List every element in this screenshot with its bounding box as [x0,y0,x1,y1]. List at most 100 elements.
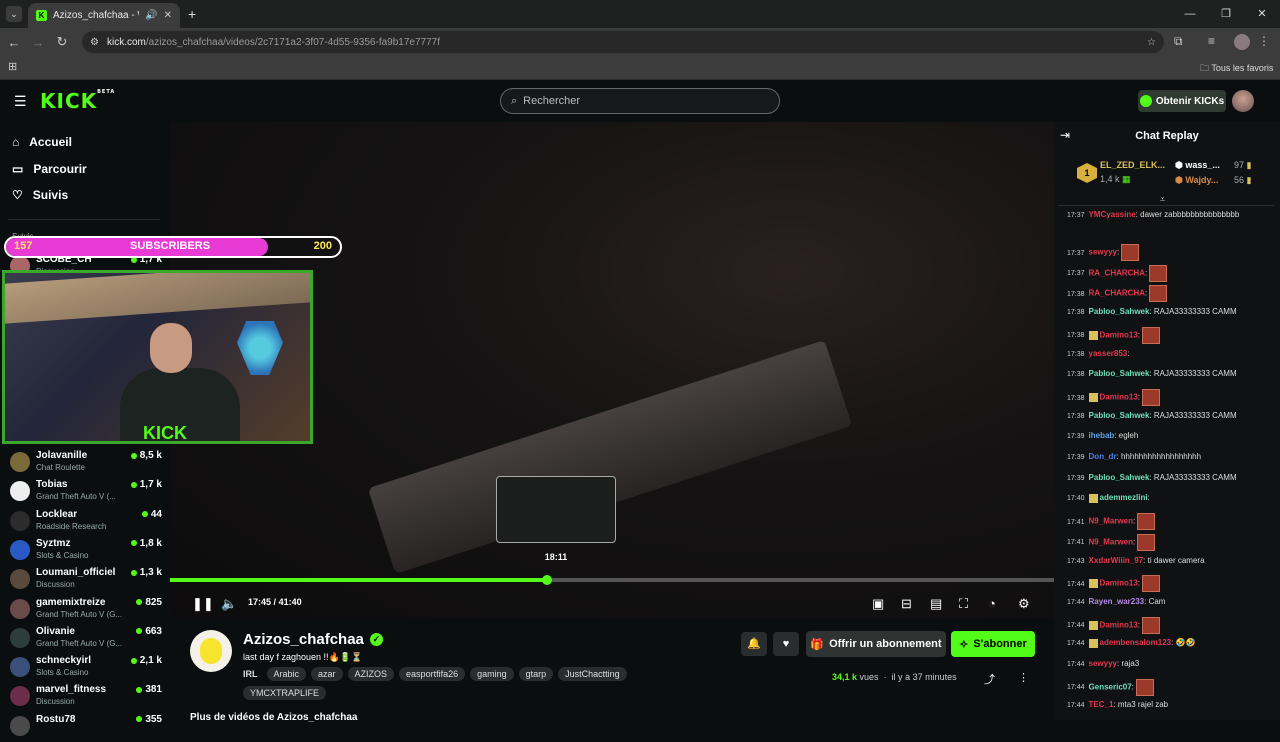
get-kicks-button[interactable]: Obtenir KICKs [1138,90,1226,112]
media-control-icon[interactable]: ≡ [1208,34,1215,48]
tag-chip[interactable]: YMCXTRAPLIFE [243,686,327,700]
tag-chip[interactable]: azar [311,667,343,681]
new-tab-icon[interactable]: + [188,6,196,22]
bookmark-star-icon[interactable]: ☆ [1147,37,1156,48]
tag-chip[interactable]: easportfifa26 [399,667,466,681]
chat-username[interactable]: adembensalom123 [1100,638,1172,647]
chat-message: 17:39 Pabloo_Sahwek: RAJA33333333 CAMM [1067,472,1273,485]
more-options-icon[interactable]: ⋮ [1018,671,1029,684]
chat-username[interactable]: ihebab [1089,431,1115,440]
sidebar-item-accueil[interactable]: ⌂ Accueil [12,135,72,149]
chat-username[interactable]: Pabloo_Sahwek [1089,369,1150,378]
chat-username[interactable]: XxdarWiiin_97 [1089,556,1144,565]
leader2[interactable]: ⬢ wass_... [1175,160,1220,171]
all-bookmarks-link[interactable]: 🗀 Tous les favoris [1200,61,1273,77]
subscriber-goal-bar: 157 SUBSCRIBERS 200 [4,236,342,258]
tag-chip[interactable]: AZIZOS [347,667,395,681]
reload-icon[interactable]: ↻ [50,34,74,50]
speed-icon[interactable]: ◔ [988,596,996,611]
notification-bell-icon[interactable]: 🔔 [741,632,767,656]
sidebar-channel[interactable]: Loumani_officiel Discussion 1,3 k [10,567,162,595]
expand-leaderboard-icon[interactable]: ⩡ [1160,194,1165,205]
miniplayer-icon[interactable]: ▣ [872,596,884,612]
tag-chip[interactable]: JustChactting [558,667,627,681]
tag-chip[interactable]: Arabic [266,667,307,681]
tag-chip[interactable]: gtarp [518,667,554,681]
leader3[interactable]: ⬢ Wajdy... [1175,175,1218,186]
chat-username[interactable]: RA_CHARCHA [1089,268,1145,277]
tag-chip[interactable]: gaming [470,667,514,681]
site-info-icon[interactable]: ⚙ [90,37,99,48]
chat-username[interactable]: Pabloo_Sahwek [1089,307,1150,316]
pip-icon[interactable]: ▤ [930,596,942,612]
chat-username[interactable]: Pabloo_Sahwek [1089,473,1150,482]
collapse-chat-icon[interactable]: ⇥ [1060,128,1070,142]
progress-bar[interactable] [170,578,1054,582]
chat-username[interactable]: ademmezlini [1100,493,1148,502]
sidebar-channel[interactable]: schneckyirl Slots & Casino 2,1 k [10,655,162,683]
sidebar-channel[interactable]: Syztmz Slots & Casino 1,8 k [10,538,162,566]
kick-logo[interactable]: KICKBETA [40,89,115,113]
sidebar-channel[interactable]: Olivanie Grand Theft Auto V (G... 663 [10,626,162,654]
search-input[interactable]: ⌕ Rechercher [500,88,780,114]
follow-button[interactable]: ✧ S'abonner [951,631,1035,657]
chat-username[interactable]: YMCyassine [1089,210,1136,219]
chat-username[interactable]: N9_Marwen [1089,537,1133,546]
chat-username[interactable]: yasser853 [1089,349,1128,358]
streamer-name[interactable]: Azizos_chafchaa [243,631,364,648]
gift-subscription-button[interactable]: 🎁 Offrir un abonnement [806,631,946,657]
chat-username[interactable]: Genseric07 [1089,682,1132,691]
chat-username[interactable]: Damino13 [1100,620,1138,629]
chat-username[interactable]: sewyyy [1089,659,1117,668]
live-dot-icon [130,569,137,576]
tab-search-icon[interactable]: ⌄ [6,6,22,22]
streamer-avatar[interactable] [190,630,232,672]
chat-username[interactable]: Damino13 [1100,579,1138,588]
favorite-heart-icon[interactable]: ♥ [773,632,799,656]
sidebar-item-suivis[interactable]: ♡ Suivis [12,188,68,202]
minimize-icon[interactable]: — [1172,0,1208,28]
restore-icon[interactable]: ❐ [1208,0,1244,28]
apps-grid-icon[interactable]: ⊞ [8,60,17,73]
sidebar-channel[interactable]: Locklear Roadside Research 44 [10,509,162,537]
tab-audio-icon[interactable]: 🔊 [145,10,157,21]
chat-username[interactable]: Don_dr [1089,452,1117,461]
tab-close-icon[interactable]: ✕ [164,10,172,21]
chat-username[interactable]: Pabloo_Sahwek [1089,411,1150,420]
back-icon[interactable]: ← [2,35,26,50]
hamburger-menu-icon[interactable]: ☰ [14,93,27,110]
close-window-icon[interactable]: ✕ [1244,0,1280,28]
sidebar-channel[interactable]: Tobias Grand Theft Auto V (... 1,7 k [10,479,162,507]
browser-menu-icon[interactable]: ⋮ [1258,34,1270,48]
progress-knob[interactable] [541,575,552,585]
chat-message: 17:38 Pabloo_Sahwek: RAJA33333333 CAMM [1067,306,1273,319]
settings-icon[interactable]: ⚙ [1018,596,1030,612]
views-label: vues [859,672,879,682]
chat-username[interactable]: RA_CHARCHA [1089,289,1145,298]
chat-username[interactable]: Damino13 [1100,393,1138,402]
browser-tab-active[interactable]: K Azizos_chafchaa - Watch th 🔊 ✕ [28,3,180,28]
chat-username[interactable]: sewyyy [1089,248,1117,257]
chat-username[interactable]: N9_Marwen [1089,517,1133,526]
chat-username[interactable]: TEC_1 [1089,700,1114,709]
chat-username[interactable]: Damino13 [1100,330,1138,339]
chat-message: 17:43 XxdarWiiin_97: ti dawer camera [1067,555,1273,568]
sidebar-channel[interactable]: gamemixtreize Grand Theft Auto V (G... 8… [10,597,162,625]
leader1-name[interactable]: EL_ZED_ELK... [1100,160,1165,170]
sidebar-channel[interactable]: Rostu78 355 [10,714,162,742]
volume-icon[interactable]: 🔈 [221,596,237,612]
chat-username[interactable]: Rayen_war233 [1089,597,1145,606]
sidebar-item-parcourir[interactable]: ▭ Parcourir [12,162,87,176]
user-avatar[interactable] [1232,90,1254,112]
address-bar[interactable]: ⚙ kick.com/azizos_chafchaa/videos/2c7171… [82,31,1164,53]
forward-icon[interactable]: → [26,35,50,50]
profile-icon[interactable] [1234,34,1250,50]
share-icon[interactable]: ⤴ [984,671,995,687]
sidebar-channel[interactable]: Jolavanille Chat Roulette 8,5 k [10,450,162,478]
extensions-icon[interactable]: ⧉ [1174,34,1183,49]
pause-icon[interactable]: ❚❚ [192,596,214,612]
fullscreen-icon[interactable]: ⛶ [959,596,968,612]
theater-icon[interactable]: ⊟ [901,596,912,612]
sidebar-channel[interactable]: marvel_fitness Discussion 381 [10,684,162,712]
category-link[interactable]: IRL [243,669,258,679]
